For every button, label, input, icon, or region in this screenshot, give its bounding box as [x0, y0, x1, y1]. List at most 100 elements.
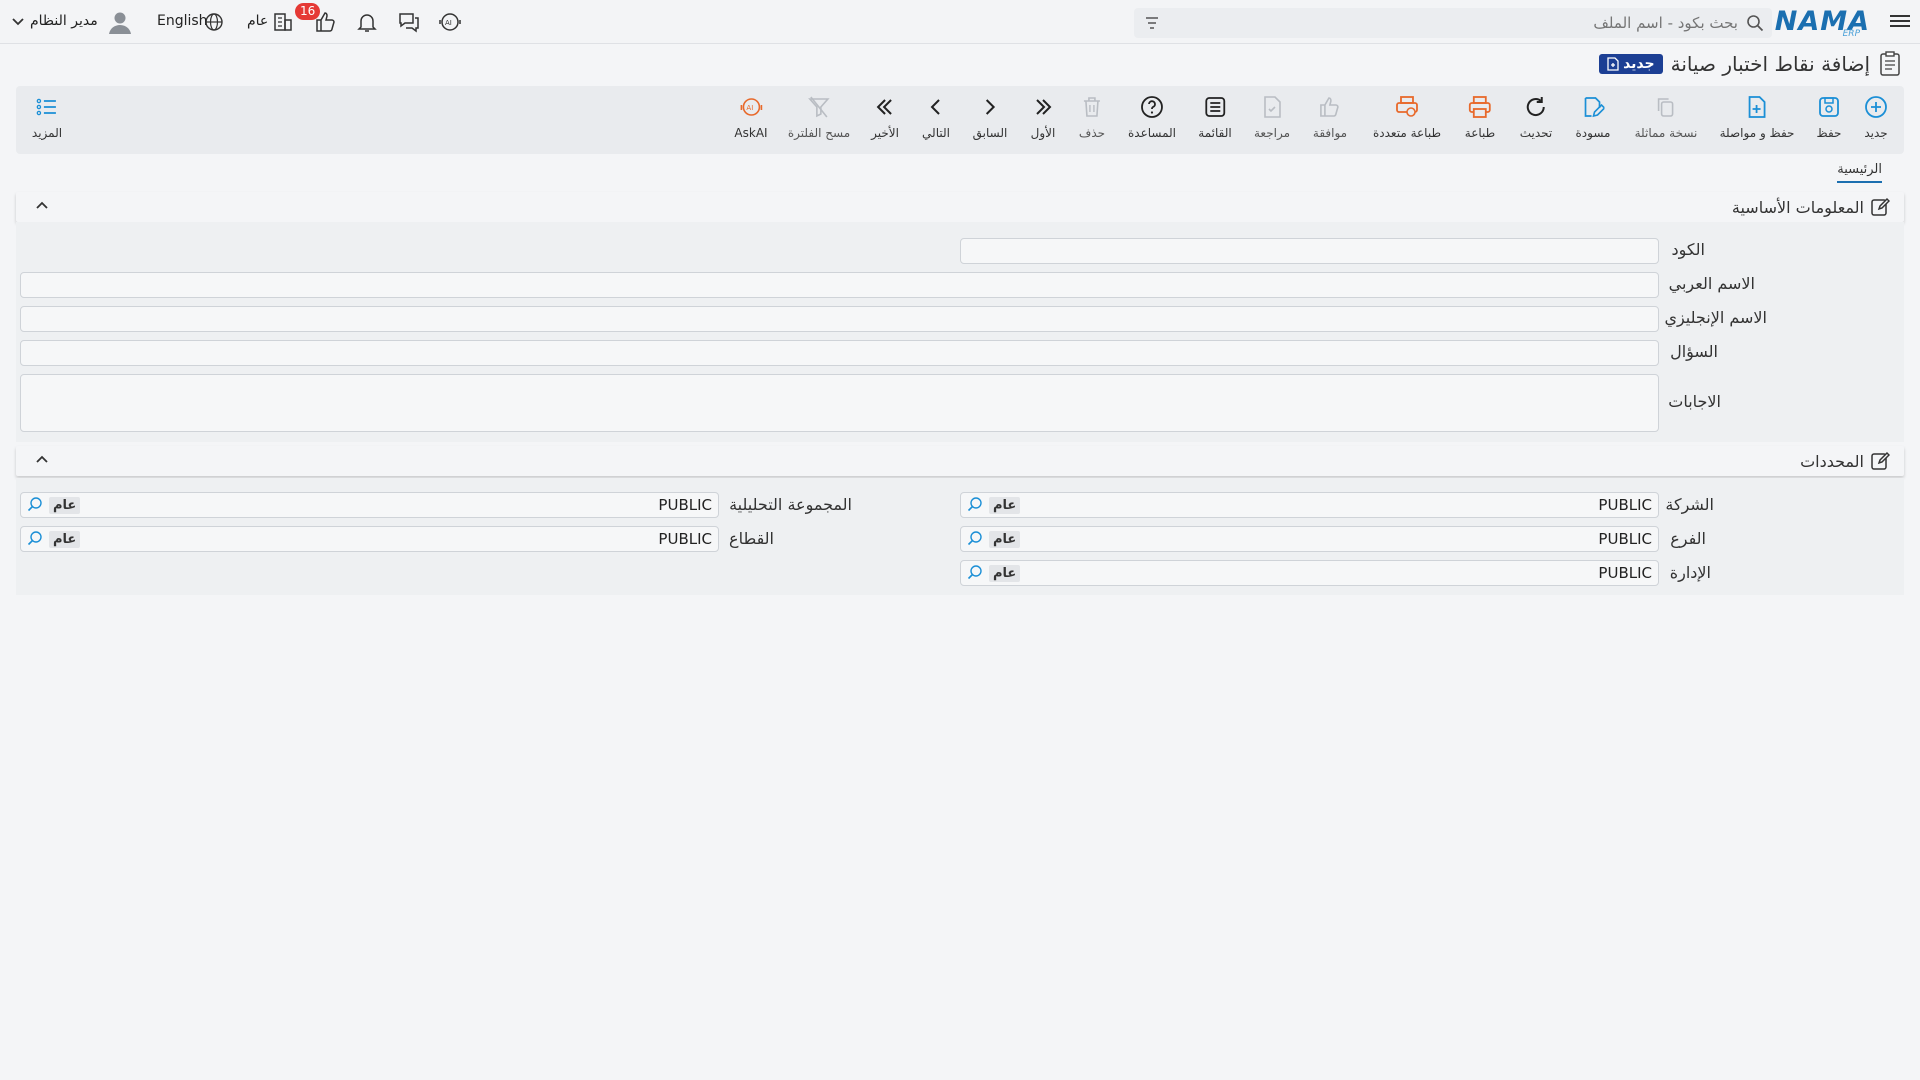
draft-button[interactable]: مسودة	[1576, 94, 1610, 140]
code-field[interactable]	[960, 238, 1659, 264]
review-button[interactable]: مراجعة	[1254, 94, 1290, 140]
department-chip: عام	[989, 565, 1021, 582]
first-button[interactable]: الأول	[1030, 94, 1056, 140]
approve-button[interactable]: موافقة	[1313, 94, 1347, 140]
previous-button[interactable]: السابق	[973, 94, 1007, 140]
help-label: المساعدة	[1127, 126, 1177, 140]
org-icon[interactable]	[271, 10, 295, 34]
top-bar: NAMA ERP AI 16 عام English مدير النظام	[0, 0, 1920, 44]
ai-icon[interactable]: AI	[438, 10, 462, 34]
arabic-name-field[interactable]	[20, 272, 1659, 298]
filter-icon[interactable]	[1144, 15, 1160, 31]
analytic-group-lookup[interactable]: PUBLIC عام	[20, 492, 719, 518]
printer-icon	[1469, 96, 1491, 118]
logo[interactable]: NAMA ERP	[1775, 6, 1870, 39]
list-button[interactable]: القائمة	[1198, 94, 1232, 140]
sector-chip: عام	[49, 531, 81, 548]
sector-lookup[interactable]: PUBLIC عام	[20, 526, 719, 552]
save-continue-button[interactable]: حفظ و مواصلة	[1719, 94, 1795, 140]
lookup-search-icon[interactable]	[966, 496, 984, 514]
tab-main[interactable]: الرئيسية	[1837, 162, 1882, 183]
review-doc-icon	[1264, 96, 1281, 118]
edit-icon	[1871, 451, 1890, 470]
clear-filter-label: مسح الفلترة	[787, 126, 851, 140]
more-label: المزيد	[31, 126, 63, 140]
action-toolbar: جديد حفظ حفظ و مواصلة نسخة مماثلة مسودة …	[16, 86, 1904, 154]
user-avatar-icon[interactable]	[106, 8, 134, 36]
review-label: مراجعة	[1253, 126, 1291, 140]
ai-assistant-icon: AI	[740, 98, 762, 116]
copy-icon	[1658, 98, 1674, 117]
language-switch[interactable]: English	[157, 13, 208, 29]
help-icon	[1141, 96, 1163, 118]
basic-info-header[interactable]: المعلومات الأساسية	[16, 192, 1904, 222]
lookup-search-icon[interactable]	[966, 564, 984, 582]
english-name-field[interactable]	[20, 306, 1659, 332]
analytic-group-chip: عام	[49, 497, 81, 514]
lookup-search-icon[interactable]	[26, 530, 44, 548]
multi-print-label: طباعة متعددة	[1372, 126, 1442, 140]
chevron-left-icon	[930, 99, 940, 115]
notification-badge: 16	[295, 3, 321, 20]
lookup-search-icon[interactable]	[966, 530, 984, 548]
clear-filter-button[interactable]: مسح الفلترة	[788, 94, 850, 140]
sector-value: PUBLIC	[658, 530, 712, 548]
logo-sub: ERP	[1842, 29, 1860, 39]
department-lookup[interactable]: PUBLIC عام	[960, 560, 1659, 586]
list-icon	[1205, 97, 1225, 117]
chevron-up-icon[interactable]	[34, 198, 50, 214]
next-button[interactable]: التالي	[922, 94, 950, 140]
help-button[interactable]: المساعدة	[1128, 94, 1176, 140]
question-field[interactable]	[20, 340, 1659, 366]
trash-icon	[1084, 97, 1100, 117]
chevron-down-icon[interactable]	[11, 15, 25, 29]
delete-button[interactable]: حذف	[1079, 94, 1105, 140]
search-input[interactable]	[1238, 12, 1738, 34]
branch-value: PUBLIC	[1598, 530, 1652, 548]
dimensions-header[interactable]: المحددات	[16, 446, 1904, 476]
more-button[interactable]: المزيد	[32, 94, 62, 140]
analytic-group-value: PUBLIC	[658, 496, 712, 514]
branch-lookup[interactable]: PUBLIC عام	[960, 526, 1659, 552]
save-continue-label: حفظ و مواصلة	[1719, 126, 1795, 140]
print-label: طباعة	[1464, 126, 1496, 140]
lookup-search-icon[interactable]	[26, 496, 44, 514]
new-button[interactable]: جديد	[1863, 94, 1889, 140]
clipboard-icon	[1880, 51, 1900, 76]
save-icon	[1819, 97, 1839, 117]
company-lookup[interactable]: PUBLIC عام	[960, 492, 1659, 518]
double-chevron-left-icon	[876, 99, 892, 115]
save-button[interactable]: حفظ	[1816, 94, 1842, 140]
filter-clear-icon	[808, 96, 830, 118]
dimensions-title: المحددات	[1800, 451, 1864, 471]
clone-button[interactable]: نسخة مماثلة	[1635, 94, 1697, 140]
chevron-up-icon[interactable]	[34, 452, 50, 468]
menu-icon[interactable]	[1890, 12, 1910, 32]
answers-textarea[interactable]	[20, 374, 1659, 432]
code-label: الكود	[1671, 240, 1705, 259]
plus-circle-icon	[1865, 96, 1887, 118]
approve-label: موافقة	[1312, 126, 1348, 140]
chat-icon[interactable]	[397, 10, 421, 34]
title-row: إضافة نقاط اختبار صيانة جديد	[1599, 50, 1902, 78]
print-button[interactable]: طباعة	[1465, 94, 1495, 140]
company-value: PUBLIC	[1598, 496, 1652, 514]
file-plus-icon	[1749, 96, 1766, 118]
branch-chip: عام	[989, 531, 1021, 548]
list-label: القائمة	[1198, 126, 1232, 140]
last-button[interactable]: الأخير	[871, 94, 899, 140]
scope-label[interactable]: عام	[247, 13, 268, 29]
user-menu[interactable]: مدير النظام	[30, 13, 98, 29]
bell-icon[interactable]	[355, 10, 379, 34]
new-doc-icon	[1607, 57, 1619, 71]
search-icon[interactable]	[1746, 14, 1764, 32]
question-label: السؤال	[1670, 342, 1718, 361]
department-label: الإدارة	[1669, 563, 1711, 582]
page-title: إضافة نقاط اختبار صيانة	[1670, 52, 1870, 76]
refresh-button[interactable]: تحديث	[1520, 94, 1552, 140]
delete-label: حذف	[1078, 126, 1106, 140]
multi-print-button[interactable]: طباعة متعددة	[1373, 94, 1441, 140]
double-chevron-right-icon	[1036, 99, 1052, 115]
department-value: PUBLIC	[1598, 564, 1652, 582]
askai-button[interactable]: AI AskAI	[734, 94, 768, 140]
